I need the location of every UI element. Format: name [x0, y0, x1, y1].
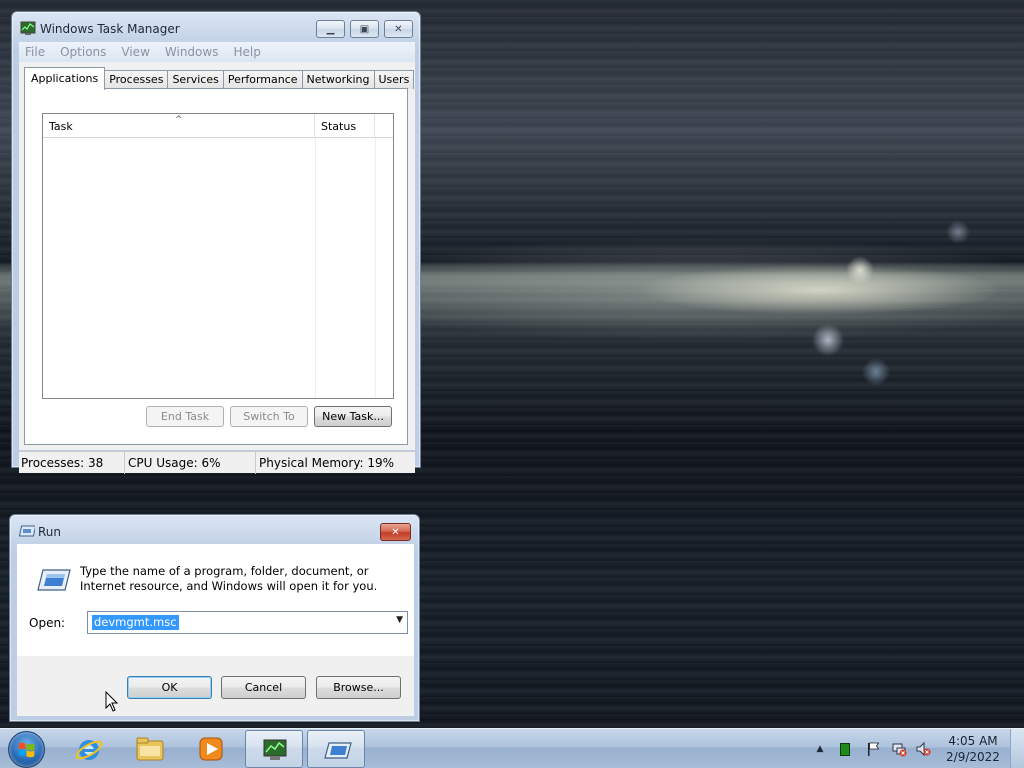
taskbar-media-player[interactable]	[182, 730, 240, 768]
tab-performance[interactable]: Performance	[222, 70, 303, 89]
tab-strip: Applications Processes Services Performa…	[24, 67, 415, 90]
column-status-header[interactable]: Status	[315, 114, 375, 138]
run-icon	[19, 525, 35, 537]
cancel-button[interactable]: Cancel	[221, 676, 306, 699]
run-close-button[interactable]: ✕	[380, 523, 411, 541]
run-client: Type the name of a program, folder, docu…	[17, 544, 414, 716]
column-status-label: Status	[321, 120, 357, 133]
volume-muted-icon[interactable]	[915, 741, 931, 757]
close-icon: ✕	[391, 526, 400, 538]
show-desktop-button[interactable]	[1010, 729, 1024, 768]
open-combobox[interactable]: devmgmt.msc ▼	[87, 611, 408, 634]
tab-services[interactable]: Services	[167, 70, 224, 89]
minimize-icon: ▁	[326, 23, 335, 35]
taskbar-run[interactable]	[307, 730, 365, 768]
task-manager-titlebar[interactable]: Windows Task Manager ▁ ▣ ✕	[12, 12, 420, 42]
menu-bar: File Options View Windows Help	[19, 42, 415, 62]
run-titlebar[interactable]: Run ✕	[10, 515, 419, 545]
status-bar: Processes: 38 CPU Usage: 6% Physical Mem…	[19, 451, 415, 474]
task-manager-client: Applications Processes Services Performa…	[19, 62, 415, 450]
tab-applications[interactable]: Applications	[24, 67, 106, 90]
run-icon	[324, 742, 352, 759]
taskbar-internet-explorer[interactable]	[60, 730, 118, 768]
status-cpu-usage: CPU Usage: 6%	[126, 452, 256, 474]
task-manager-title: Windows Task Manager	[40, 22, 180, 36]
taskbar-task-manager[interactable]	[245, 730, 303, 768]
menu-help[interactable]: Help	[233, 45, 260, 59]
taskbar: ▲ 4:05 AM 2/9/2022	[0, 728, 1024, 768]
minimize-button[interactable]: ▁	[316, 20, 345, 38]
run-content: Type the name of a program, folder, docu…	[17, 544, 414, 656]
task-list[interactable]: ^ Task Status	[42, 113, 394, 399]
status-physical-memory: Physical Memory: 19%	[259, 456, 395, 470]
menu-view[interactable]: View	[121, 45, 149, 59]
internet-explorer-icon	[75, 740, 103, 760]
tab-users[interactable]: Users	[373, 70, 415, 89]
maximize-button[interactable]: ▣	[350, 20, 379, 38]
menu-options[interactable]: Options	[60, 45, 106, 59]
taskbar-clock[interactable]: 4:05 AM 2/9/2022	[938, 733, 1008, 765]
applications-panel: ^ Task Status End Task Switch To New Tas…	[24, 88, 408, 445]
switch-to-button[interactable]: Switch To	[230, 406, 308, 427]
mouse-cursor-icon	[105, 691, 119, 712]
task-manager-icon	[20, 21, 36, 35]
column-task-label: Task	[49, 120, 73, 133]
column-task-header[interactable]: ^ Task	[43, 114, 315, 138]
new-task-button[interactable]: New Task...	[314, 406, 392, 427]
taskbar-windows-explorer[interactable]	[121, 730, 179, 768]
task-list-header: ^ Task Status	[43, 114, 393, 138]
column-divider	[375, 138, 376, 398]
folder-icon	[136, 737, 164, 761]
show-hidden-icons-button[interactable]: ▲	[812, 741, 828, 757]
open-input-value[interactable]: devmgmt.msc	[92, 615, 179, 630]
run-dialog[interactable]: Run ✕ Type the name of a program, folder…	[9, 514, 420, 722]
tray-task-manager-icon[interactable]	[837, 741, 853, 757]
network-disconnected-icon[interactable]	[891, 741, 907, 757]
menu-file[interactable]: File	[25, 45, 45, 59]
column-divider	[315, 138, 316, 398]
status-processes: Processes: 38	[19, 452, 125, 474]
maximize-icon: ▣	[359, 23, 370, 35]
run-title: Run	[38, 525, 62, 539]
close-icon: ✕	[394, 23, 403, 35]
start-button[interactable]	[8, 731, 45, 768]
clock-time: 4:05 AM	[948, 734, 998, 748]
close-button[interactable]: ✕	[384, 20, 413, 38]
task-manager-icon	[263, 739, 287, 760]
media-player-icon	[199, 737, 223, 761]
ok-button[interactable]: OK	[127, 676, 212, 699]
open-label: Open:	[29, 616, 66, 630]
end-task-button[interactable]: End Task	[146, 406, 224, 427]
browse-button[interactable]: Browse...	[316, 676, 401, 699]
sort-up-icon: ^	[175, 115, 183, 125]
action-center-flag-icon[interactable]	[865, 741, 881, 757]
run-description: Type the name of a program, folder, docu…	[80, 564, 378, 593]
run-program-icon	[37, 569, 71, 591]
windows-logo-icon	[18, 742, 35, 758]
tab-processes[interactable]: Processes	[104, 70, 169, 89]
menu-windows[interactable]: Windows	[165, 45, 219, 59]
dropdown-arrow-icon[interactable]: ▼	[396, 615, 403, 625]
tab-networking[interactable]: Networking	[301, 70, 375, 89]
task-manager-window[interactable]: Windows Task Manager ▁ ▣ ✕ File Options …	[11, 11, 421, 474]
clock-date: 2/9/2022	[946, 750, 1000, 764]
